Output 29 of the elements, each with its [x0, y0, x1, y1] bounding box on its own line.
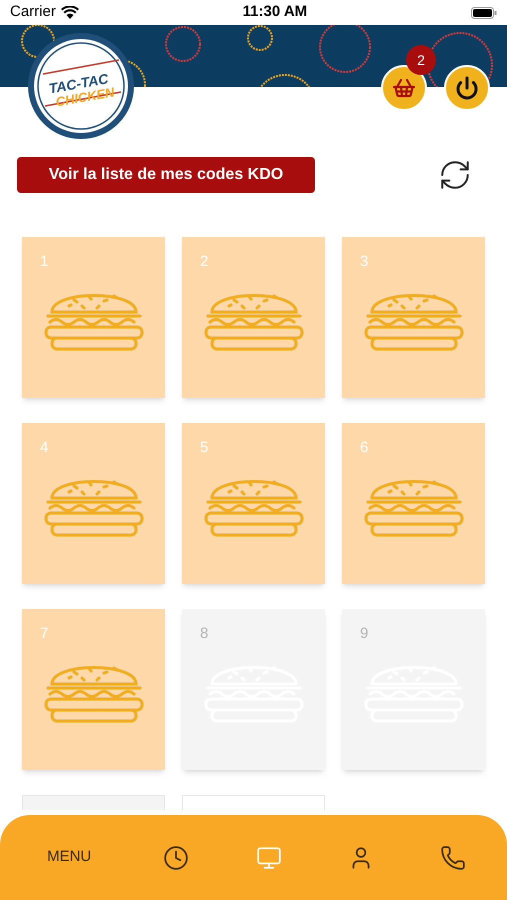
stamp-card[interactable]: 9	[342, 609, 485, 770]
stamp-card[interactable]: 1	[22, 237, 165, 398]
card-number: 4	[40, 438, 48, 458]
card-number: 9	[360, 624, 368, 644]
gift-codes-button[interactable]: Voir la liste de mes codes KDO	[17, 157, 315, 193]
card-number: 8	[200, 624, 208, 644]
card-number: 2	[200, 252, 208, 272]
wifi-icon	[60, 6, 79, 19]
card-number: 5	[200, 438, 208, 458]
card-number: 3	[360, 252, 368, 272]
status-time: 11:30 AM	[242, 2, 308, 22]
stamp-card[interactable]: 7	[22, 609, 165, 770]
stamp-card[interactable]: 6	[342, 423, 485, 584]
clock-icon[interactable]	[163, 844, 190, 870]
stamp-card[interactable]: 4	[22, 423, 165, 584]
battery-icon	[470, 6, 497, 18]
brand-logo: TAC-TAC CHICKEN	[25, 32, 137, 140]
card-number: 6	[360, 438, 368, 458]
basket-icon	[392, 76, 416, 100]
card-number: 7	[40, 624, 48, 644]
stamp-card[interactable]: 5	[182, 423, 325, 584]
phone-icon[interactable]	[440, 844, 466, 870]
stamp-card[interactable]: 2	[182, 237, 325, 398]
menu-tab[interactable]: MENU	[41, 846, 98, 869]
power-icon	[455, 76, 479, 100]
stamp-card[interactable]: 8	[182, 609, 325, 770]
stamp-card[interactable]: 3	[342, 237, 485, 398]
card-number: 1	[40, 252, 48, 272]
carrier-label: Carrier	[10, 2, 56, 22]
